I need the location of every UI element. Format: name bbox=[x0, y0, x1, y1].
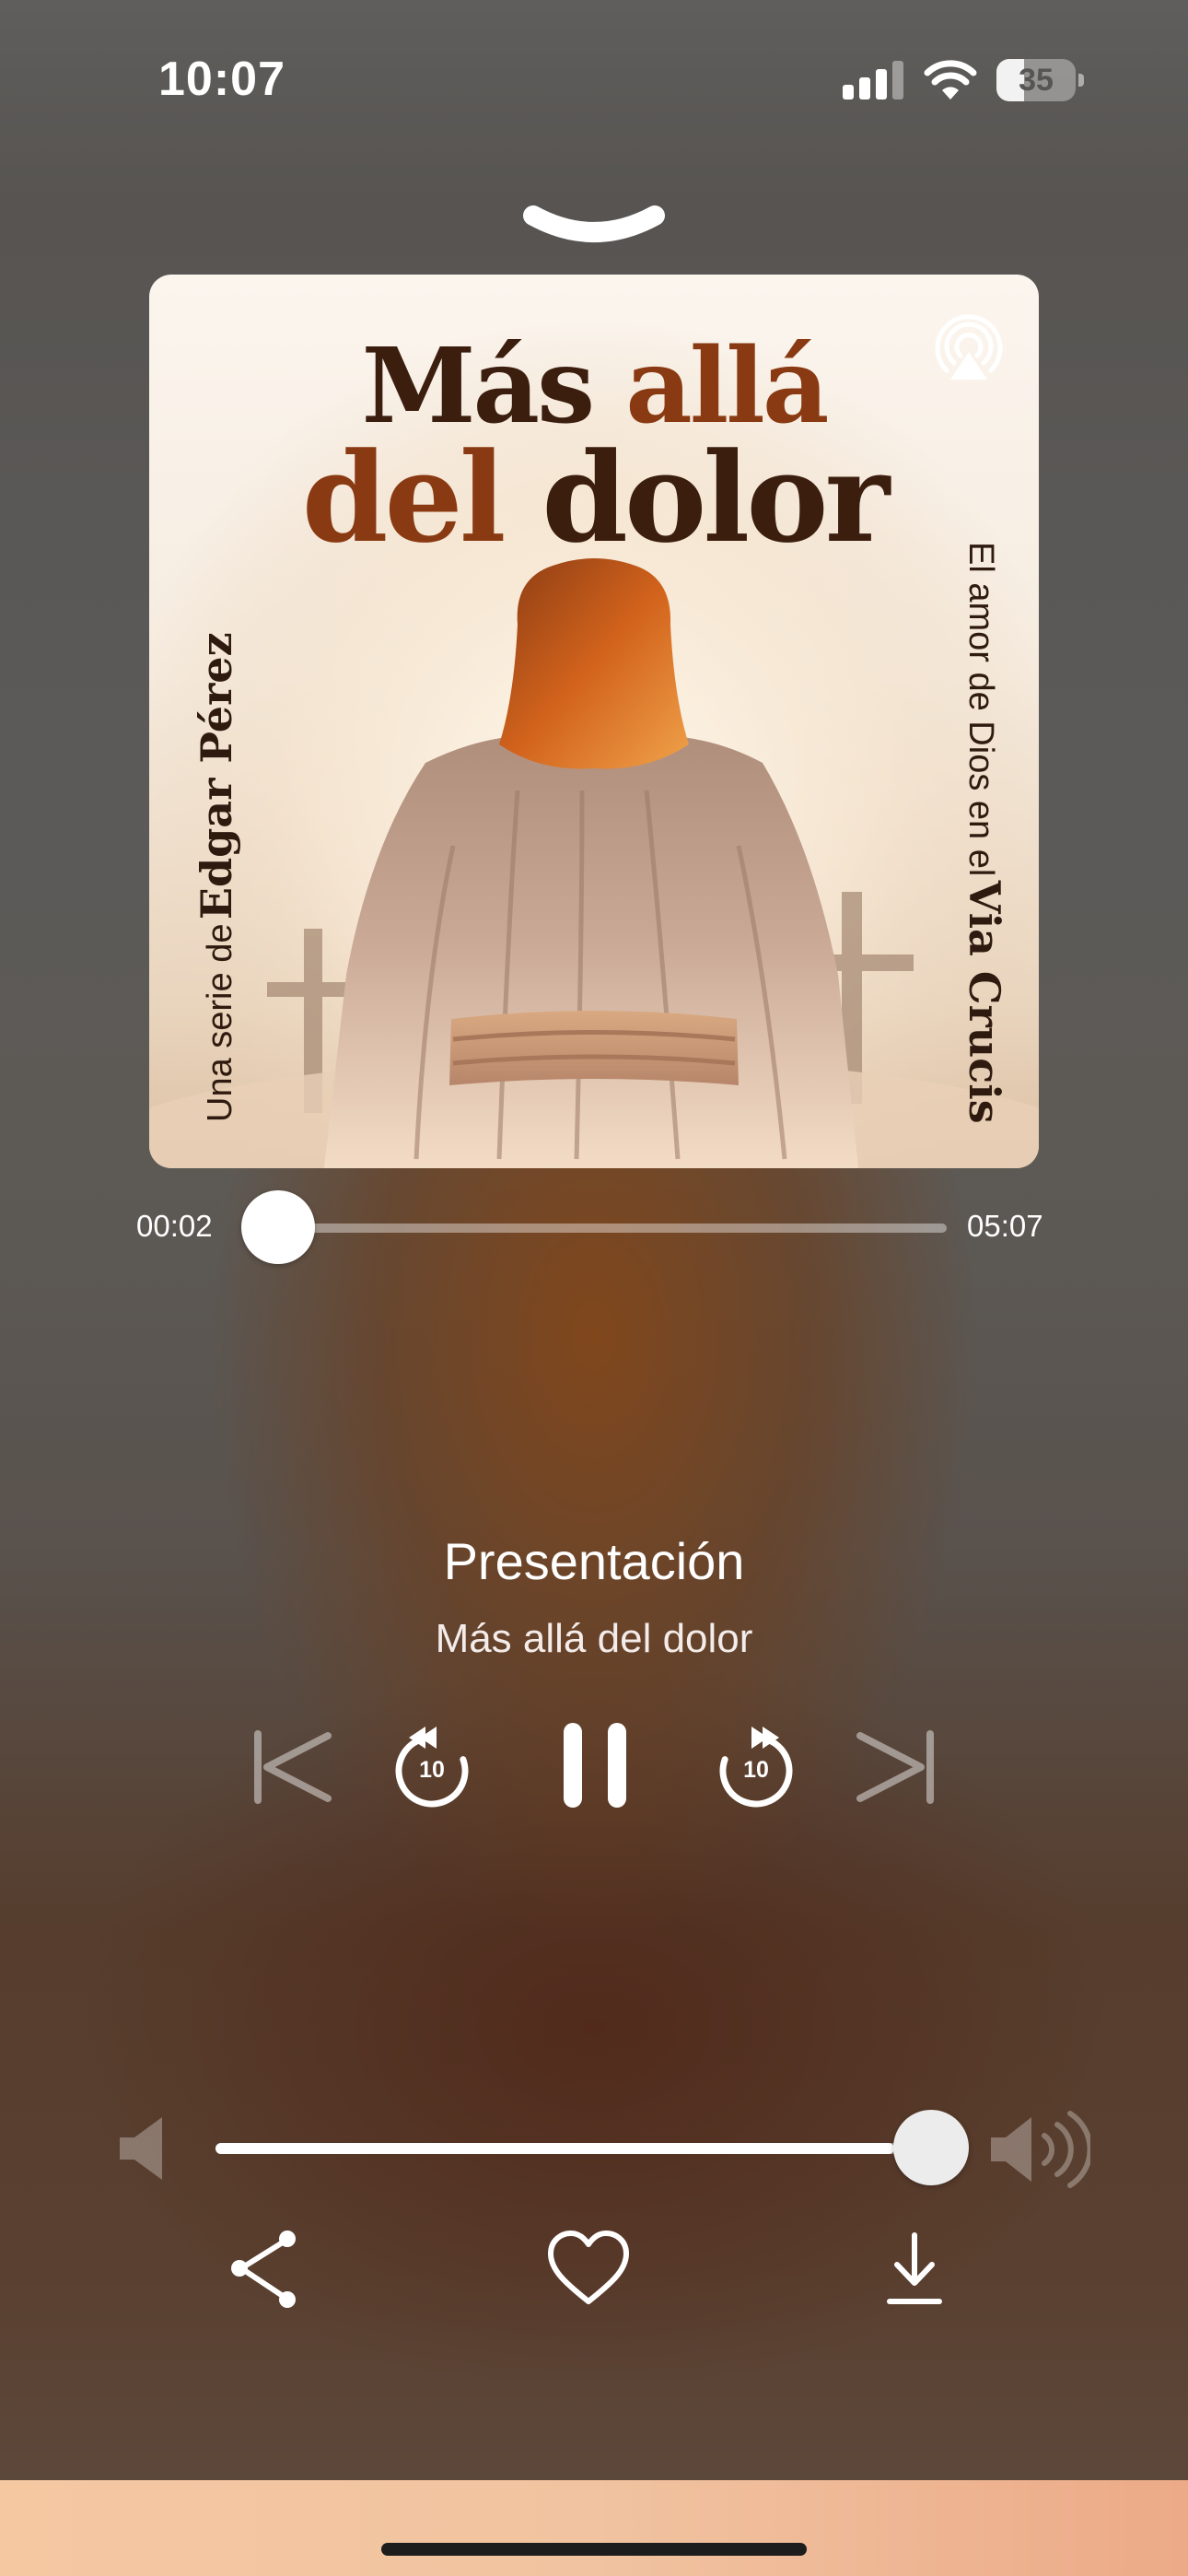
elapsed-time: 00:02 bbox=[136, 1209, 213, 1243]
skip-forward-10-button[interactable]: 10 bbox=[715, 1723, 798, 1809]
skip-back-seconds: 10 bbox=[419, 1756, 445, 1783]
track-title: Presentación bbox=[443, 1532, 745, 1590]
home-indicator[interactable] bbox=[381, 2543, 807, 2556]
artwork-author-credit: Una serie de Edgar Pérez bbox=[192, 632, 241, 1122]
favorite-button[interactable] bbox=[547, 2228, 630, 2311]
volume-fill bbox=[215, 2143, 895, 2154]
heart-icon bbox=[548, 2231, 629, 2304]
progress-slider-thumb[interactable] bbox=[241, 1190, 315, 1264]
download-icon bbox=[887, 2232, 942, 2304]
volume-high-icon bbox=[991, 2111, 1090, 2188]
download-button[interactable] bbox=[873, 2228, 956, 2311]
volume-slider[interactable] bbox=[215, 2143, 930, 2154]
artwork-series-subtitle: El amor de Dios en el Via Crucis bbox=[960, 542, 1009, 1124]
signal-icon bbox=[843, 61, 903, 100]
skip-forward-seconds: 10 bbox=[743, 1756, 769, 1783]
status-time: 10:07 bbox=[158, 53, 285, 106]
podcast-icon bbox=[935, 314, 1003, 380]
now-playing-screen: 10:07 35 Más allá del dolor Una serie de… bbox=[0, 0, 1188, 2576]
share-icon bbox=[231, 2231, 296, 2308]
previous-button[interactable] bbox=[250, 1730, 333, 1804]
wifi-icon bbox=[924, 60, 977, 100]
skip-back-10-button[interactable]: 10 bbox=[390, 1723, 473, 1809]
artwork-title-line-2: del dolor bbox=[301, 425, 890, 570]
battery-level: 35 bbox=[1019, 63, 1054, 98]
bottom-band bbox=[0, 2480, 1188, 2576]
volume-low-icon bbox=[120, 2117, 162, 2180]
battery-icon: 35 bbox=[996, 59, 1085, 101]
collapse-chevron-icon[interactable] bbox=[520, 201, 668, 252]
total-duration: 05:07 bbox=[967, 1209, 1043, 1243]
previous-icon bbox=[254, 1730, 332, 1804]
volume-slider-thumb[interactable] bbox=[893, 2110, 969, 2185]
next-icon bbox=[856, 1730, 934, 1804]
track-subtitle: Más allá del dolor bbox=[435, 1616, 753, 1661]
album-artwork: Más allá del dolor Una serie de Edgar Pé… bbox=[149, 275, 1039, 1168]
next-button[interactable] bbox=[855, 1730, 938, 1804]
pause-icon bbox=[564, 1723, 626, 1808]
pause-button[interactable] bbox=[558, 1719, 632, 1811]
share-button[interactable] bbox=[225, 2228, 308, 2311]
progress-slider[interactable] bbox=[276, 1224, 947, 1233]
